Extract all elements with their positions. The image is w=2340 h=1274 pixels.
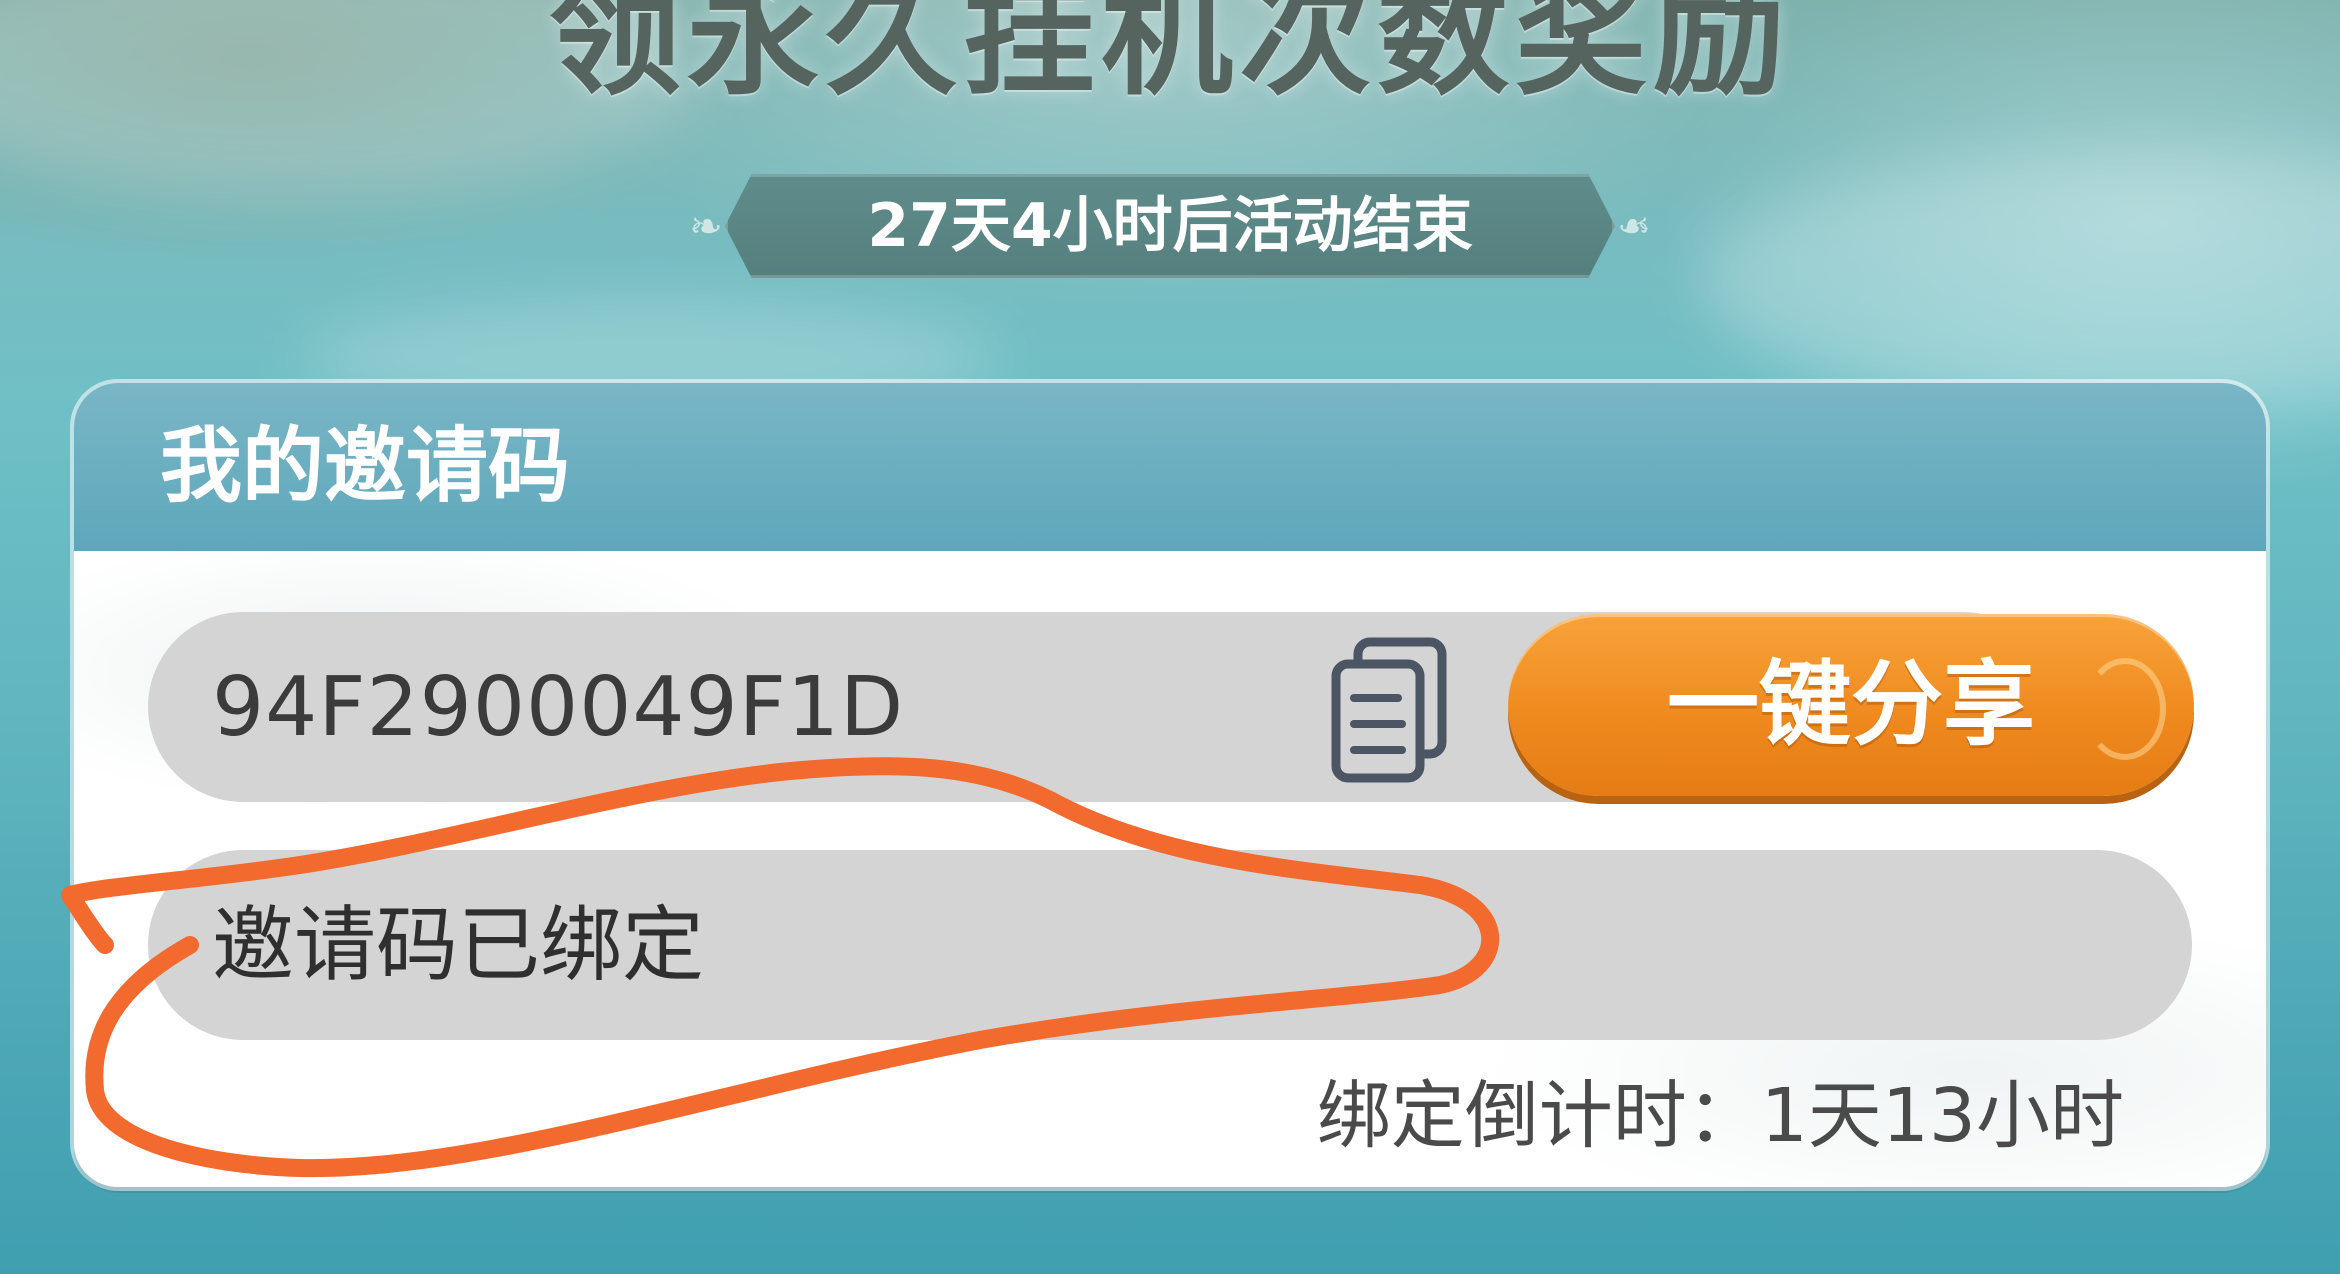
- invite-code-value: 94F2900049F1D: [212, 660, 905, 755]
- panel-title: 我的邀请码: [160, 419, 571, 514]
- bind-status-text: 邀请码已绑定: [212, 898, 705, 993]
- game-screen: 领永久挂机次数奖励 ❧ ❧ 27天4小时后活动结束 我的邀请码 94F29000…: [0, 0, 2340, 1274]
- share-button[interactable]: 一键分享: [1508, 614, 2194, 796]
- bind-countdown: 绑定倒计时：1天13小时: [1316, 1073, 2124, 1159]
- share-button-label: 一键分享: [1666, 651, 2035, 758]
- copy-icon[interactable]: [1324, 636, 1454, 786]
- ornament-right-icon: ❧: [1617, 204, 1651, 250]
- event-timer: 27天4小时后活动结束: [867, 191, 1473, 261]
- background-mist: [1700, 150, 2340, 410]
- event-title: 领永久挂机次数奖励: [549, 0, 1791, 114]
